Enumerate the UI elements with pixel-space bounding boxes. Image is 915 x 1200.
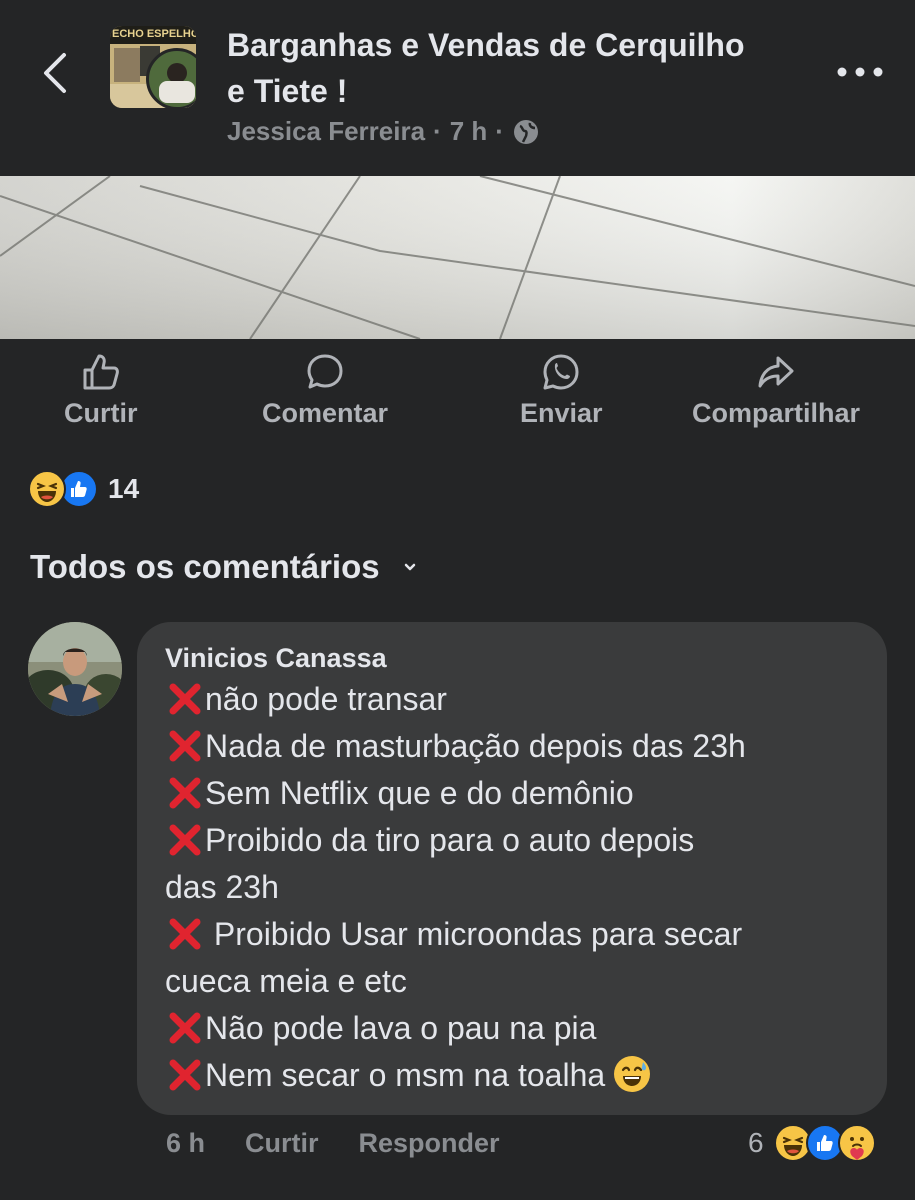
post-time[interactable]: 7 h [450,116,488,147]
chevron-left-icon [44,53,66,93]
commenter-photo [28,622,122,716]
comment-reaction-count: 6 [748,1127,764,1158]
post-header: ECHO ESPELHO Barganhas e Vendas de Cerqu… [0,0,915,176]
comment-line: Nada de masturbação depois das 23h [165,723,859,770]
comment-body: não pode transar Nada de masturbação dep… [165,676,859,1099]
group-name[interactable]: Barganhas e Vendas de Cerquilho e Tiete … [227,22,747,114]
comment-line: Nem secar o msm na toalha [165,1052,859,1099]
cross-mark-icon [169,918,201,950]
cross-mark-icon [169,1012,201,1044]
floor-tiles-image [0,176,915,339]
share-button[interactable]: Compartilhar [692,352,860,429]
reactions-summary[interactable]: 14 [28,470,139,508]
group-avatar-photo [146,48,196,108]
care-reaction-icon [837,1124,876,1162]
comment-label: Comentar [262,398,389,428]
cross-mark-icon [169,824,201,856]
comment-line: não pode transar [165,676,859,723]
comment-reactions[interactable]: 6 [748,1124,876,1162]
comment-line: Proibido da tiro para o auto depois [165,817,859,864]
group-avatar-text: ECHO ESPELHO [112,28,196,40]
share-arrow-icon [758,356,794,388]
thumbs-up-icon [83,354,119,390]
like-label: Curtir [64,398,138,428]
meta-separator: · [433,116,442,146]
more-options-button[interactable] [830,50,890,94]
more-dots-icon [837,67,883,77]
cross-mark-icon [169,1059,201,1091]
haha-reaction-icon [28,470,66,508]
comment-line: cueca meia e etc [165,963,407,999]
comment-line: Sem Netflix que e do demônio [165,770,859,817]
comment-time: 6 h [166,1128,206,1158]
comment-line: Proibido Usar microondas para secar [165,911,859,958]
commenter-avatar[interactable] [28,622,122,716]
share-label: Compartilhar [692,398,861,428]
cross-mark-icon [169,683,201,715]
reaction-count: 14 [108,473,140,504]
comment-bubble[interactable]: Vinicios Canassa não pode transar Nada d… [137,622,887,1115]
post-action-bar: Curtir Comentar Enviar Compartilhar [0,352,915,442]
comment-footer: 6 h Curtir Responder [166,1128,500,1159]
comment-button[interactable]: Comentar [262,352,388,429]
back-button[interactable] [30,48,80,98]
globe-icon [513,119,538,144]
meta-separator-2: · [495,116,504,146]
whatsapp-icon [543,354,579,390]
comment-bubble-icon [307,354,343,389]
comments-filter-dropdown[interactable]: Todos os comentários [30,548,428,586]
cross-mark-icon [169,730,201,762]
send-label: Enviar [520,398,603,428]
group-avatar[interactable]: ECHO ESPELHO [110,26,196,108]
comment-line: Não pode lava o pau na pia [165,1005,859,1052]
comment-line: das 23h [165,869,279,905]
sweat-smile-emoji-icon [614,1056,651,1092]
post-meta: Jessica Ferreira · 7 h · [227,116,540,147]
comment-like-button[interactable]: Curtir [245,1128,319,1159]
like-button[interactable]: Curtir [64,352,138,429]
author-name[interactable]: Jessica Ferreira [227,116,425,147]
send-button[interactable]: Enviar [520,352,603,429]
post-image[interactable] [0,176,915,339]
comment-author[interactable]: Vinicios Canassa [165,640,859,676]
comments-filter-label: Todos os comentários [30,548,380,585]
chevron-down-icon [404,563,415,571]
comment-reply-button[interactable]: Responder [359,1128,500,1159]
cross-mark-icon [169,777,201,809]
